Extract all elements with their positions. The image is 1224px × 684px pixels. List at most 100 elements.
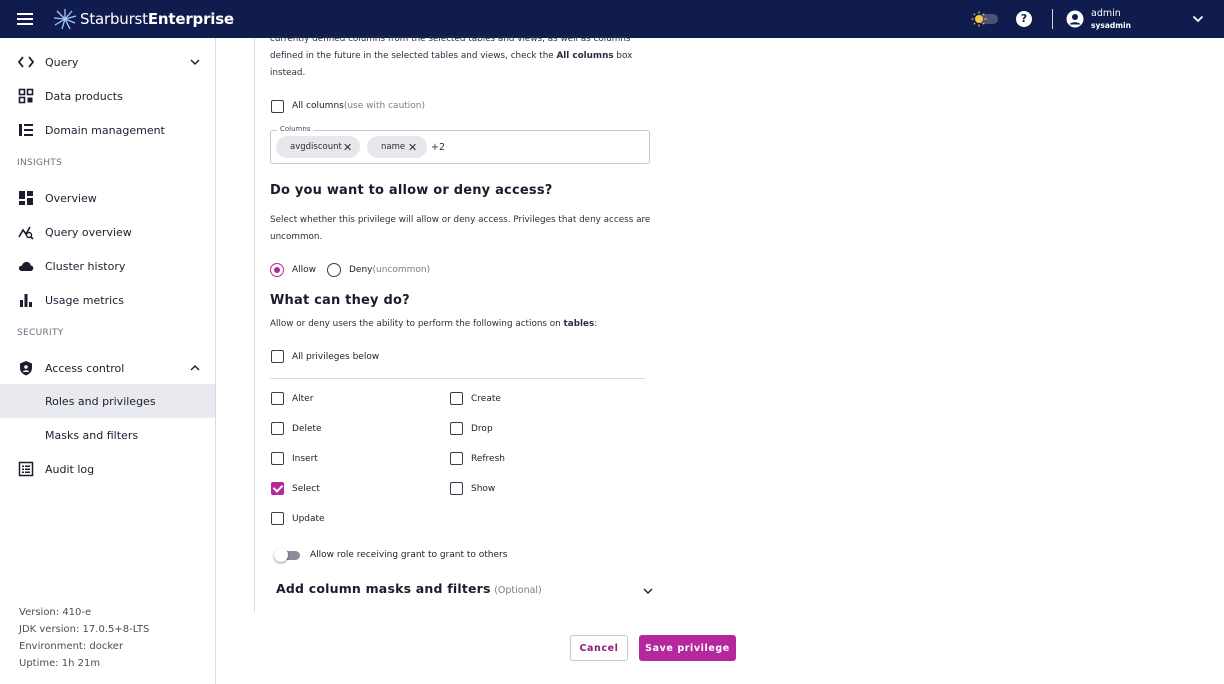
chip-label: name bbox=[381, 142, 406, 152]
chevron-up-icon bbox=[190, 365, 200, 371]
column-chip-name[interactable]: name ✕ bbox=[367, 136, 427, 158]
intro-text: defined in the future in the selected ta… bbox=[270, 51, 557, 61]
environment-text: Environment: docker bbox=[19, 641, 124, 652]
sidebar-item-audit-log[interactable]: Audit log bbox=[0, 452, 215, 486]
privilege-checkbox-insert[interactable] bbox=[271, 452, 284, 465]
query-insights-icon bbox=[18, 226, 34, 240]
intro-text-bold: All columns bbox=[556, 51, 614, 61]
starburst-logo-icon bbox=[53, 9, 77, 30]
version-text: Version: 410-e bbox=[19, 607, 92, 618]
sidebar-item-access-control[interactable]: Access control bbox=[0, 351, 215, 385]
menu-icon[interactable] bbox=[17, 11, 33, 27]
section-label-security: SECURITY bbox=[17, 328, 64, 338]
cloud-icon bbox=[18, 261, 34, 271]
privilege-checkbox-create[interactable] bbox=[450, 392, 463, 405]
help-icon[interactable]: ? bbox=[1016, 11, 1032, 27]
privilege-label: Delete bbox=[292, 424, 322, 434]
privilege-checkbox-select[interactable] bbox=[271, 482, 284, 495]
column-chip-avgdiscount[interactable]: avgdiscount ✕ bbox=[276, 136, 360, 158]
sidebar-item-query-overview[interactable]: Query overview bbox=[0, 215, 215, 249]
privilege-label: Select bbox=[292, 484, 320, 494]
masks-heading: Add column masks and filters bbox=[276, 581, 491, 596]
all-columns-note: (use with caution) bbox=[343, 101, 426, 111]
all-columns-label: All columns(use with caution) bbox=[292, 101, 425, 111]
sidebar-item-data-products[interactable]: Data products bbox=[0, 79, 215, 113]
chevron-down-icon[interactable] bbox=[1192, 14, 1204, 24]
sidebar-item-label: Masks and filters bbox=[45, 428, 139, 442]
intro-text: box bbox=[613, 51, 633, 61]
header-divider bbox=[1052, 9, 1053, 29]
deny-radio[interactable] bbox=[327, 263, 341, 277]
grant-option-toggle[interactable] bbox=[274, 548, 302, 562]
allow-radio[interactable] bbox=[270, 263, 284, 277]
dashboard-icon bbox=[19, 191, 33, 205]
sidebar-item-domain-management[interactable]: Domain management bbox=[0, 113, 215, 147]
cancel-button[interactable]: Cancel bbox=[570, 635, 628, 661]
user-role: sysadmin bbox=[1091, 21, 1131, 30]
privilege-label: Update bbox=[292, 514, 325, 524]
shield-icon bbox=[20, 361, 32, 376]
brand-name: Starburst bbox=[80, 10, 148, 28]
privilege-checkbox-alter[interactable] bbox=[271, 392, 284, 405]
save-privilege-button[interactable]: Save privilege bbox=[639, 635, 736, 661]
user-name: admin bbox=[1091, 8, 1121, 19]
uptime-text: Uptime: 1h 21m bbox=[19, 658, 101, 669]
jdk-version-text: JDK version: 17.0.5+8-LTS bbox=[19, 624, 150, 635]
access-description-line1: Select whether this privilege will allow… bbox=[270, 215, 651, 225]
audit-log-icon bbox=[18, 461, 34, 477]
close-icon[interactable]: ✕ bbox=[408, 141, 417, 154]
sidebar: Query Data products Domain management IN… bbox=[0, 38, 216, 684]
sidebar-item-label: Query overview bbox=[45, 225, 132, 239]
chevron-down-icon bbox=[643, 588, 653, 594]
list-icon bbox=[19, 124, 33, 136]
columns-field-label: Columns bbox=[277, 125, 314, 133]
masks-filters-accordion[interactable]: Add column masks and filters (Optional) bbox=[276, 581, 656, 601]
privilege-checkbox-delete[interactable] bbox=[271, 422, 284, 435]
deny-note: (uncommon) bbox=[372, 265, 431, 275]
actions-text: Allow or deny users the ability to perfo… bbox=[270, 319, 564, 329]
privilege-checkbox-update[interactable] bbox=[271, 512, 284, 525]
allow-label: Allow bbox=[292, 265, 317, 275]
sidebar-item-masks-and-filters[interactable]: Masks and filters bbox=[0, 418, 215, 452]
access-heading: Do you want to allow or deny access? bbox=[270, 183, 553, 198]
sidebar-item-label: Cluster history bbox=[45, 259, 126, 273]
grid-icon bbox=[18, 88, 34, 104]
sidebar-item-overview[interactable]: Overview bbox=[0, 181, 215, 215]
columns-more-count: +2 bbox=[431, 142, 446, 153]
privilege-label: Refresh bbox=[471, 454, 505, 464]
account-circle-icon[interactable] bbox=[1066, 10, 1084, 28]
actions-description: Allow or deny users the ability to perfo… bbox=[270, 316, 597, 333]
sidebar-item-label: Audit log bbox=[45, 462, 95, 476]
sidebar-item-usage-metrics[interactable]: Usage metrics bbox=[0, 283, 215, 317]
sidebar-item-label: Roles and privileges bbox=[45, 394, 156, 408]
privilege-label: Insert bbox=[292, 454, 318, 464]
columns-intro-text-line1: currently defined columns from the selec… bbox=[270, 34, 631, 44]
all-privileges-checkbox[interactable] bbox=[271, 350, 284, 363]
close-icon[interactable]: ✕ bbox=[343, 141, 352, 154]
sidebar-item-query[interactable]: Query bbox=[0, 45, 215, 79]
deny-text: Deny bbox=[349, 265, 373, 275]
theme-toggle[interactable] bbox=[970, 11, 1000, 27]
sidebar-item-label: Overview bbox=[45, 191, 97, 205]
privilege-checkbox-drop[interactable] bbox=[450, 422, 463, 435]
brand-logo-link[interactable]: StarburstEnterprise bbox=[53, 8, 234, 30]
sidebar-item-label: Domain management bbox=[45, 123, 165, 137]
sidebar-item-cluster-history[interactable]: Cluster history bbox=[0, 249, 215, 283]
deny-label: Deny(uncommon) bbox=[349, 265, 430, 275]
privilege-label: Show bbox=[471, 484, 496, 494]
all-privileges-label: All privileges below bbox=[292, 352, 380, 362]
privilege-checkbox-show[interactable] bbox=[450, 482, 463, 495]
actions-heading: What can they do? bbox=[270, 293, 410, 308]
sidebar-item-roles-and-privileges[interactable]: Roles and privileges bbox=[0, 384, 215, 418]
chevron-down-icon bbox=[190, 59, 200, 65]
sidebar-item-label: Access control bbox=[45, 361, 125, 375]
actions-text-bold: tables bbox=[563, 319, 595, 329]
grant-option-label: Allow role receiving grant to grant to o… bbox=[310, 550, 508, 560]
chip-label: avgdiscount bbox=[290, 142, 342, 152]
privilege-checkbox-refresh[interactable] bbox=[450, 452, 463, 465]
all-columns-checkbox[interactable] bbox=[271, 100, 284, 113]
section-label-insights: INSIGHTS bbox=[17, 158, 63, 168]
columns-intro-text-line2: defined in the future in the selected ta… bbox=[270, 48, 632, 65]
toggle-thumb bbox=[274, 548, 288, 562]
code-brackets-icon bbox=[18, 56, 34, 68]
